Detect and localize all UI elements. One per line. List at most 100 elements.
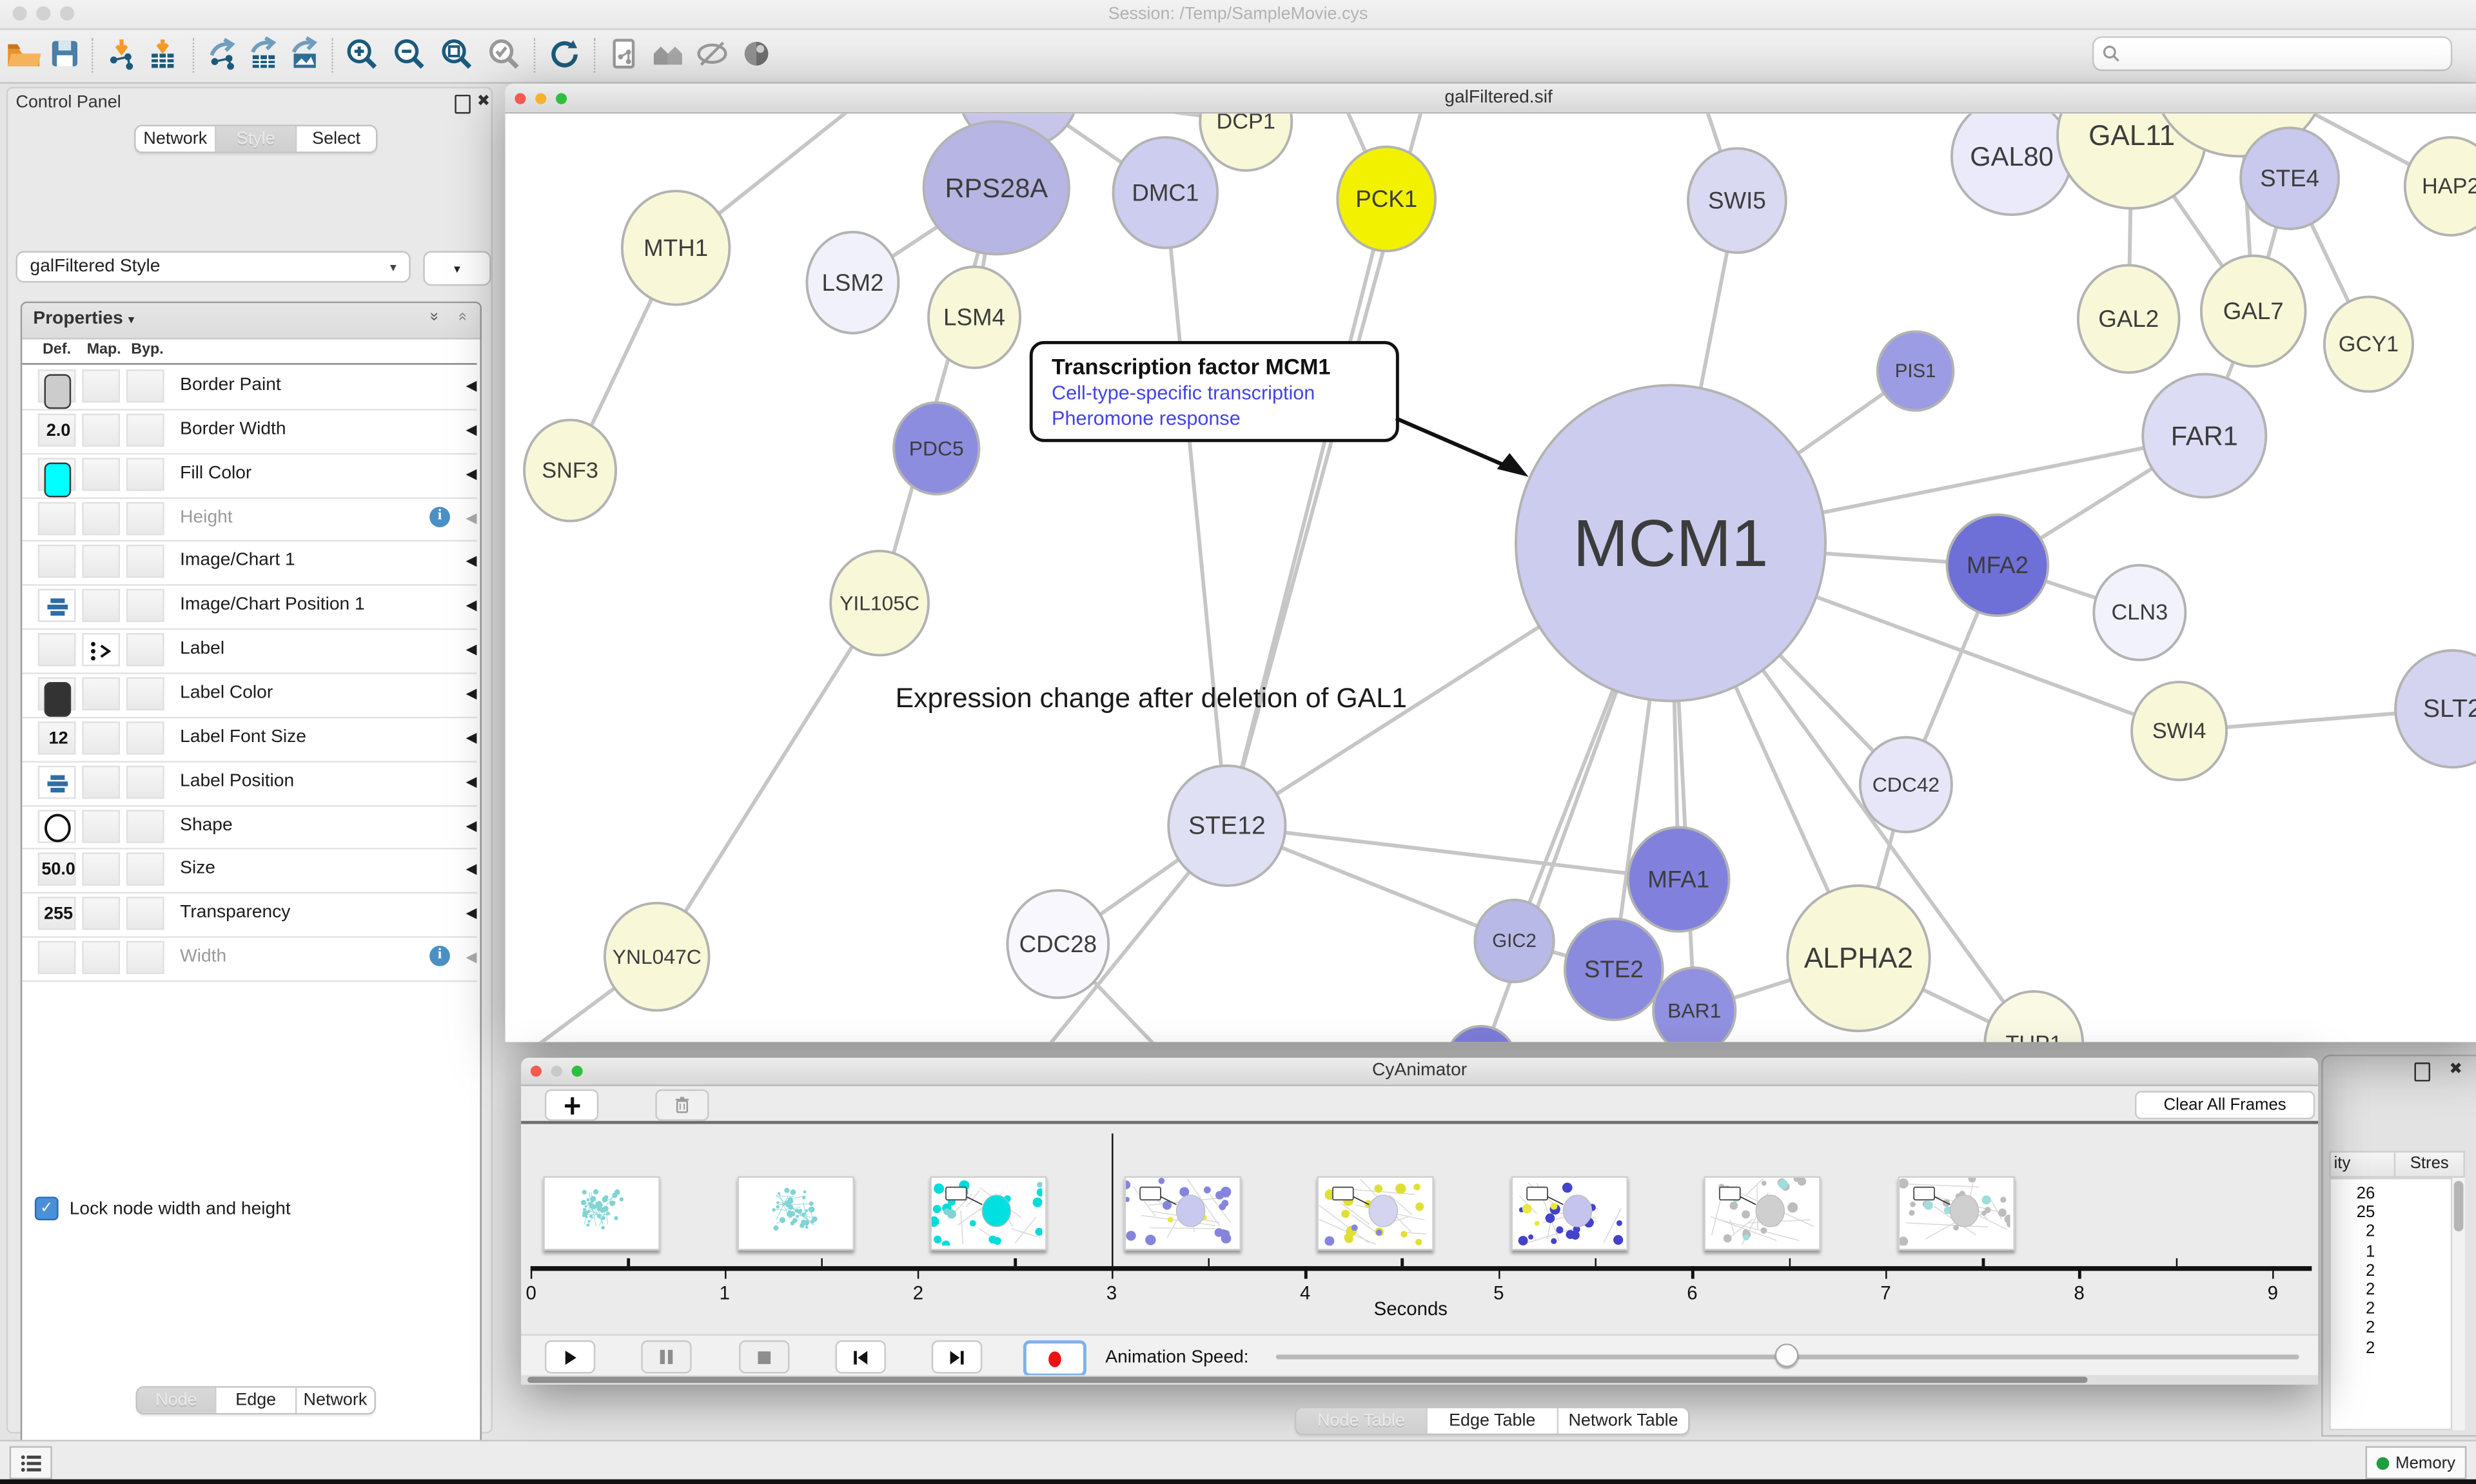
edge-ynl047c-yil105c[interactable]: [657, 603, 879, 957]
frame-thumbnail[interactable]: [1317, 1176, 1434, 1250]
frame-thumbnail[interactable]: [1124, 1176, 1241, 1250]
zoom-in-button[interactable]: [344, 36, 382, 74]
byp-cell[interactable]: [126, 721, 164, 754]
property-row[interactable]: Shape◀: [22, 805, 477, 850]
map-cell[interactable]: [82, 809, 120, 842]
byp-cell[interactable]: [126, 589, 164, 622]
tab-node-table[interactable]: Node Table: [1297, 1408, 1428, 1433]
network-graph[interactable]: RPS28AMTH1LSM2DMC1DCP1LSM4PCK1SWI5GAL80G…: [506, 113, 2476, 1042]
zoom-window-button[interactable]: [60, 6, 74, 21]
stop-button[interactable]: [739, 1340, 789, 1373]
property-row[interactable]: 12Label Font Size◀: [22, 717, 477, 763]
next-frame-button[interactable]: [932, 1340, 982, 1373]
cyanimator-scrollbar[interactable]: [521, 1375, 2318, 1385]
map-cell[interactable]: [82, 633, 120, 666]
frame-thumbnail[interactable]: [737, 1176, 854, 1250]
table-row[interactable]: 26: [2331, 1184, 2375, 1203]
def-cell[interactable]: [38, 678, 76, 710]
def-cell[interactable]: 255: [38, 897, 76, 930]
expand-property-icon[interactable]: ◀: [466, 377, 477, 395]
byp-cell[interactable]: [126, 502, 164, 534]
def-cell[interactable]: [38, 502, 76, 534]
map-cell[interactable]: [82, 369, 120, 402]
animation-speed-thumb[interactable]: [1775, 1343, 1799, 1367]
clear-all-frames-button[interactable]: Clear All Frames: [2135, 1091, 2315, 1119]
import-network-button[interactable]: [104, 36, 142, 74]
def-cell[interactable]: [38, 458, 76, 491]
node-nbot[interactable]: [1446, 1026, 1516, 1042]
record-button[interactable]: [1023, 1340, 1086, 1376]
hide-details-button[interactable]: [695, 36, 733, 74]
byp-cell[interactable]: [126, 941, 164, 974]
def-cell[interactable]: [38, 941, 76, 974]
group-nodes-button[interactable]: [651, 36, 689, 74]
minimize-icon[interactable]: [551, 1066, 562, 1077]
map-cell[interactable]: [82, 854, 120, 886]
property-row[interactable]: Heighti◀: [22, 496, 477, 542]
expand-property-icon[interactable]: ◀: [466, 817, 477, 835]
expand-property-icon[interactable]: ◀: [466, 729, 477, 747]
network-canvas[interactable]: RPS28AMTH1LSM2DMC1DCP1LSM4PCK1SWI5GAL80G…: [506, 113, 2476, 1042]
property-row[interactable]: 255Transparency◀: [22, 892, 477, 938]
play-button[interactable]: [545, 1340, 595, 1373]
maximize-icon[interactable]: [572, 1066, 583, 1077]
table-scrollbar[interactable]: [2452, 1178, 2465, 1430]
save-session-button[interactable]: [47, 36, 85, 74]
collapse-all-icon[interactable]: «: [454, 312, 471, 321]
byp-cell[interactable]: [126, 809, 164, 842]
log-console-button[interactable]: [10, 1446, 52, 1479]
def-cell[interactable]: [38, 369, 76, 402]
frame-thumbnail[interactable]: [1898, 1176, 2014, 1250]
float-table-panel-icon[interactable]: [2414, 1062, 2430, 1086]
maximize-icon[interactable]: [556, 93, 567, 104]
property-row[interactable]: 50.0Size◀: [22, 848, 477, 894]
frame-thumbnail[interactable]: [1511, 1176, 1627, 1250]
frame-thumbnail[interactable]: [1704, 1176, 1821, 1250]
export-table-button[interactable]: [246, 36, 284, 74]
close-icon[interactable]: [515, 93, 526, 104]
byp-cell[interactable]: [126, 413, 164, 446]
close-table-panel-icon[interactable]: ✖: [2449, 1061, 2462, 1079]
map-cell[interactable]: [82, 413, 120, 446]
table-header-row[interactable]: ity Stres: [2329, 1151, 2465, 1178]
tab-edge-table[interactable]: Edge Table: [1428, 1408, 1558, 1433]
map-cell[interactable]: [82, 941, 120, 974]
tab-network[interactable]: Network: [136, 126, 217, 151]
property-row[interactable]: Fill Color◀: [22, 453, 477, 498]
annotation-link-2[interactable]: Pheromone response: [1052, 407, 1380, 429]
table-row[interactable]: 2: [2331, 1319, 2375, 1338]
close-panel-icon[interactable]: ✖: [477, 93, 491, 110]
edge-dmc1-ste12[interactable]: [1165, 193, 1227, 826]
minimize-window-button[interactable]: [36, 6, 50, 21]
property-row[interactable]: 2.0Border Width◀: [22, 409, 477, 454]
map-cell[interactable]: [82, 678, 120, 710]
map-cell[interactable]: [82, 765, 120, 798]
property-row[interactable]: Label◀: [22, 629, 477, 674]
frame-thumbnail[interactable]: [930, 1176, 1047, 1250]
expand-property-icon[interactable]: ◀: [466, 773, 477, 790]
lock-size-row[interactable]: ✓ Lock node width and height: [35, 1196, 291, 1220]
info-icon[interactable]: i: [429, 946, 450, 966]
def-cell[interactable]: [38, 589, 76, 622]
tab-node[interactable]: Node: [137, 1388, 217, 1413]
style-options-button[interactable]: ▾: [423, 251, 491, 286]
minimize-icon[interactable]: [535, 93, 546, 104]
map-cell[interactable]: [82, 897, 120, 930]
network-caption[interactable]: Expression change after deletion of GAL1: [896, 682, 1407, 715]
scrollbar-thumb[interactable]: [527, 1377, 2088, 1383]
add-frame-button[interactable]: [545, 1089, 598, 1121]
memory-button[interactable]: Memory: [2366, 1446, 2467, 1479]
search-input[interactable]: [2121, 43, 2443, 64]
expand-all-icon[interactable]: »: [425, 312, 442, 321]
byp-cell[interactable]: [126, 854, 164, 886]
expand-property-icon[interactable]: ◀: [466, 553, 477, 571]
expand-property-icon[interactable]: ◀: [466, 465, 477, 483]
table-row[interactable]: 2: [2331, 1300, 2375, 1318]
network-window-titlebar[interactable]: galFiltered.sif: [506, 84, 2476, 114]
tab-style[interactable]: Style: [217, 126, 297, 151]
cyanimator-titlebar[interactable]: CyAnimator: [521, 1058, 2318, 1086]
export-network-button[interactable]: [205, 36, 243, 74]
expand-property-icon[interactable]: ◀: [466, 949, 477, 966]
property-row[interactable]: Image/Chart 1◀: [22, 541, 477, 587]
close-window-button[interactable]: [13, 6, 27, 21]
